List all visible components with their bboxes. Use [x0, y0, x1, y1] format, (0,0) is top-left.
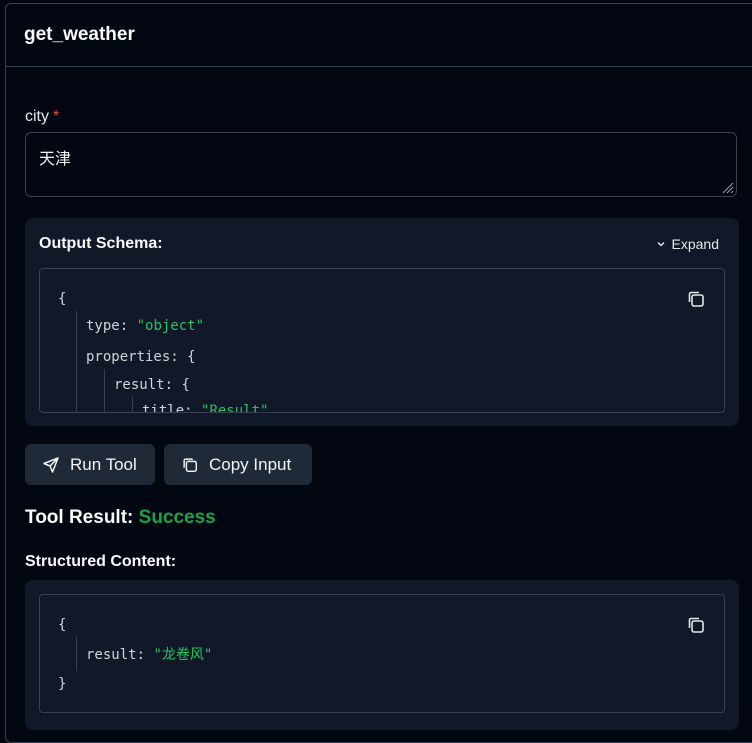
city-label-text: city [25, 108, 49, 125]
code-line: } [58, 676, 67, 692]
code-line: { [58, 291, 67, 307]
city-label: city * [25, 108, 59, 126]
copy-icon[interactable] [686, 289, 706, 309]
copy-input-button[interactable]: Copy Input [164, 444, 312, 485]
chevron-down-icon [657, 242, 665, 247]
copy-icon [183, 457, 198, 472]
code-line: title: "Result" [142, 403, 269, 413]
code-line: result: "龙卷风" [86, 647, 213, 663]
code-line: properties: { [86, 349, 196, 365]
send-icon [43, 456, 59, 473]
code-line: result: { [114, 377, 190, 393]
structured-content-label: Structured Content: [25, 553, 177, 570]
schema-code-block: { type: "object" properties: { result: {… [39, 268, 725, 413]
output-schema-card: Output Schema: Expand { type: "object" p… [25, 218, 739, 426]
run-tool-button[interactable]: Run Tool [25, 444, 155, 485]
required-mark: * [53, 108, 60, 125]
result-code-block: { result: "龙卷风" } [39, 594, 725, 713]
city-input-value: 天津 [39, 149, 72, 168]
code-line: type: "object" [86, 318, 205, 334]
indent-guide [76, 637, 77, 671]
tool-panel: get_weather city * 天津 Output Schema: Expa… [5, 3, 752, 743]
expand-label: Expand [671, 236, 719, 252]
structured-content-card: { result: "龙卷风" } [25, 580, 739, 730]
expand-button[interactable]: Expand [656, 236, 719, 252]
tool-result-label: Tool Result: [25, 507, 134, 528]
indent-guide [76, 311, 77, 412]
resize-handle-icon[interactable] [720, 180, 734, 194]
indent-guide [104, 369, 105, 412]
city-input[interactable]: 天津 [25, 132, 737, 197]
status-badge: Success [138, 507, 216, 528]
copy-input-label: Copy Input [209, 454, 292, 474]
panel-header: get_weather [6, 4, 752, 67]
run-tool-label: Run Tool [70, 454, 137, 474]
copy-icon[interactable] [686, 615, 706, 635]
code-line: { [58, 617, 67, 633]
tool-result-heading: Tool Result: Success [25, 507, 216, 529]
indent-guide [132, 397, 133, 412]
output-schema-title: Output Schema: [39, 235, 163, 252]
tool-title: get_weather [24, 24, 135, 45]
